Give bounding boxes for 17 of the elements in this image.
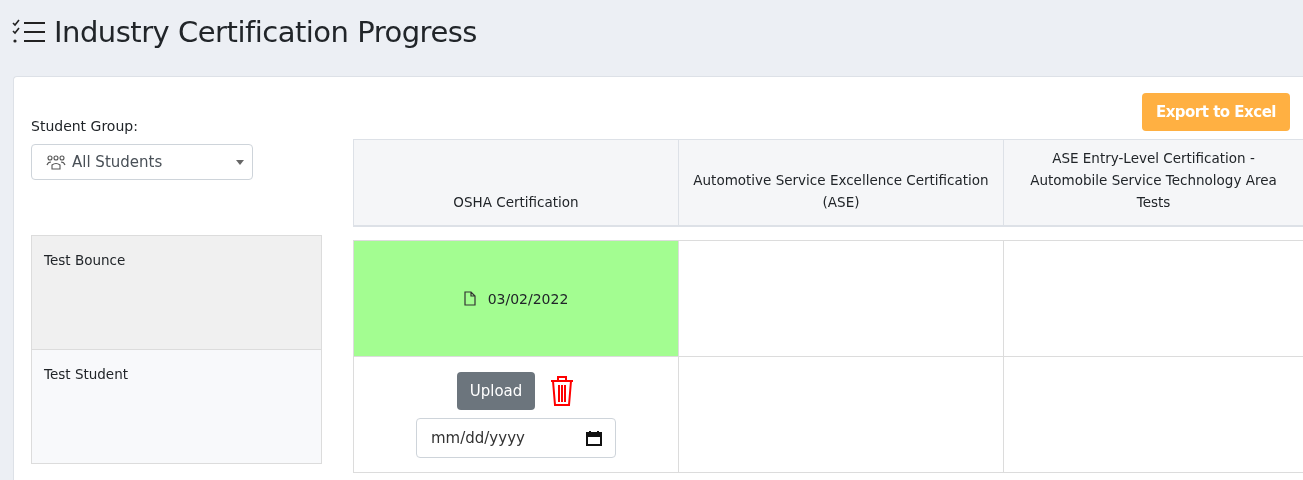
caret-icon — [236, 159, 244, 165]
document-icon — [463, 291, 476, 306]
filter-label: Student Group: — [31, 118, 139, 134]
calendar-icon[interactable] — [586, 429, 602, 446]
checklist-icon — [12, 19, 46, 45]
people-icon — [46, 154, 66, 170]
date-field[interactable]: mm/dd/yyyy — [416, 417, 616, 458]
student-group-dropdown[interactable]: All Students — [31, 144, 253, 180]
completion-date: 03/02/2022 — [487, 290, 569, 307]
page-title: Industry Certification Progress — [54, 15, 477, 49]
student-name: Test Student — [32, 350, 321, 464]
column-header: OSHA Certification — [353, 140, 678, 225]
column-header: Automotive Service Excellence Certification (ASE) — [678, 140, 1003, 225]
column-header: ASE Entry-Level Certification - Automobile Service Technology Area Tests — [1003, 140, 1303, 225]
upload-button[interactable]: Upload — [456, 371, 536, 410]
student-name: Test Bounce — [32, 236, 321, 350]
trash-icon[interactable] — [549, 374, 576, 407]
